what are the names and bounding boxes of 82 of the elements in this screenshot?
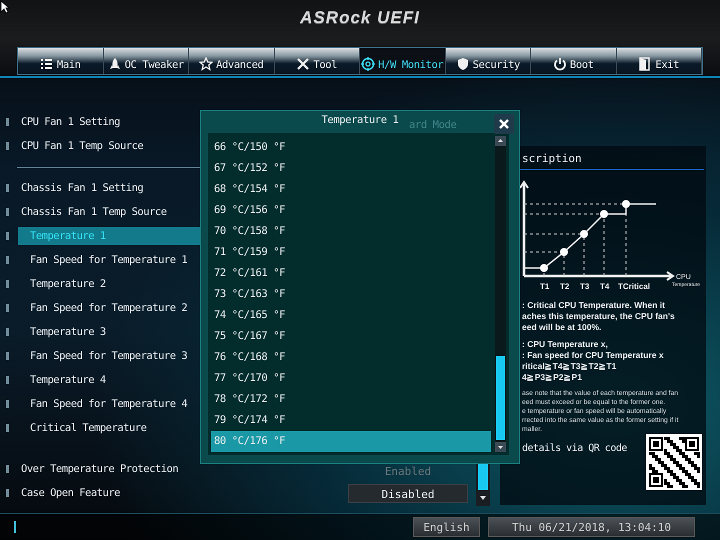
axis-label: T2	[560, 282, 570, 291]
menu-tab[interactable]: Boot	[531, 48, 616, 74]
star-icon	[199, 57, 214, 71]
exit-door-icon	[638, 57, 652, 71]
axis-label: T1	[540, 282, 550, 291]
scroll-thumb[interactable]	[496, 356, 505, 440]
bullet-icon	[6, 489, 9, 497]
setting-item[interactable]: CPU Fan 1 Temp Source	[18, 137, 146, 155]
description-text: 4≧P3≧P2≧P1	[522, 372, 583, 383]
close-icon	[494, 114, 514, 134]
scroll-bar[interactable]	[495, 136, 506, 452]
setting-item[interactable]: Over Temperature Protection	[18, 460, 182, 478]
bullet-icon	[6, 352, 9, 360]
axis-label: T3	[580, 282, 590, 291]
bullet-icon	[6, 304, 9, 312]
description-text: : Critical CPU Temperature. When it	[522, 300, 666, 311]
bullet-icon	[6, 424, 9, 432]
setting-item[interactable]: Fan Speed for Temperature 4	[18, 395, 190, 413]
bullet-icon	[6, 232, 9, 240]
option-item[interactable]: 72 °C/161 °F	[211, 263, 491, 284]
menu-tab[interactable]: Exit	[616, 48, 702, 74]
bullet-icon	[6, 208, 9, 216]
mouse-pointer-icon	[0, 0, 10, 14]
description-text: ritical≧T4≧T3≧T2≧T1	[522, 361, 618, 372]
language-button[interactable]: English	[413, 517, 480, 537]
background-text: ard Mode	[409, 119, 456, 131]
description-text: eed will be at 100%.	[522, 322, 602, 333]
axis-label: TCritical	[618, 282, 650, 291]
bullet-icon	[6, 256, 9, 264]
setting-item[interactable]: Fan Speed for Temperature 1	[18, 251, 190, 269]
option-item[interactable]: 74 °C/165 °F	[211, 305, 491, 326]
qr-caption: details via QR code	[522, 443, 627, 454]
setting-item[interactable]: Temperature 2	[18, 275, 109, 293]
option-item[interactable]: 75 °C/167 °F	[211, 326, 491, 347]
tools-icon	[296, 57, 310, 71]
menu-tab[interactable]: H/W Monitor	[360, 48, 446, 74]
option-item[interactable]: 66 °C/150 °F	[211, 137, 491, 158]
monitor-icon	[361, 57, 376, 71]
option-item[interactable]: 67 °C/152 °F	[211, 158, 491, 179]
bullet-icon	[6, 376, 9, 384]
bullet-icon	[6, 465, 9, 473]
menu-tab[interactable]: Security	[446, 48, 531, 74]
option-item[interactable]: 79 °C/174 °F	[211, 410, 491, 431]
setting-item[interactable]: Fan Speed for Temperature 2	[18, 299, 190, 317]
power-icon	[552, 57, 567, 71]
description-text: : Fan speed for CPU Temperature x	[522, 350, 665, 361]
menu-tab[interactable]: Main	[18, 48, 104, 74]
option-item[interactable]: 71 °C/159 °F	[211, 242, 491, 263]
bullet-icon	[6, 118, 9, 126]
shield-icon	[456, 57, 470, 71]
option-item[interactable]: 69 °C/156 °F	[211, 200, 491, 221]
bullet-icon	[6, 184, 9, 192]
rocket-icon	[108, 57, 122, 71]
bullet-icon	[6, 280, 9, 288]
logo-text: ASRock UEFI	[300, 8, 420, 28]
setting-item[interactable]: Temperature 3	[18, 323, 109, 341]
option-item[interactable]: 70 °C/158 °F	[211, 221, 491, 242]
description-text: aches this temperature, the CPU fan's	[522, 311, 676, 322]
option-item[interactable]: 76 °C/168 °F	[211, 347, 491, 368]
setting-item[interactable]: Fan Speed for Temperature 3	[18, 347, 190, 365]
setting-item[interactable]: Chassis Fan 1 Setting	[18, 179, 146, 197]
axis-label: T4	[600, 282, 610, 291]
setting-item[interactable]: Case Open Feature	[18, 484, 123, 502]
option-item[interactable]: 68 °C/154 °F	[211, 179, 491, 200]
list-icon	[40, 57, 54, 71]
bullet-icon	[6, 400, 9, 408]
qr-code	[646, 434, 702, 490]
option-item[interactable]: 77 °C/170 °F	[211, 368, 491, 389]
setting-item[interactable]: Chassis Fan 1 Temp Source	[18, 203, 170, 221]
option-item[interactable]: 78 °C/172 °F	[211, 389, 491, 410]
menu-tab[interactable]: OC Tweaker	[104, 48, 189, 74]
menu-tab[interactable]: Advanced	[189, 48, 274, 74]
description-text: : CPU Temperature x,	[522, 339, 609, 350]
setting-item[interactable]: Critical Temperature	[18, 419, 150, 437]
setting-item[interactable]: Temperature 4	[18, 371, 109, 389]
bullet-icon	[6, 142, 9, 150]
date-time-display: Thu 06/21/2018, 13:04:10	[488, 517, 695, 537]
dialog-title: Temperature 1	[322, 114, 398, 126]
value-field[interactable]: Disabled	[348, 484, 468, 502]
bullet-icon	[6, 328, 9, 336]
setting-item[interactable]: CPU Fan 1 Setting	[18, 113, 123, 131]
option-item[interactable]: 73 °C/163 °F	[211, 284, 491, 305]
